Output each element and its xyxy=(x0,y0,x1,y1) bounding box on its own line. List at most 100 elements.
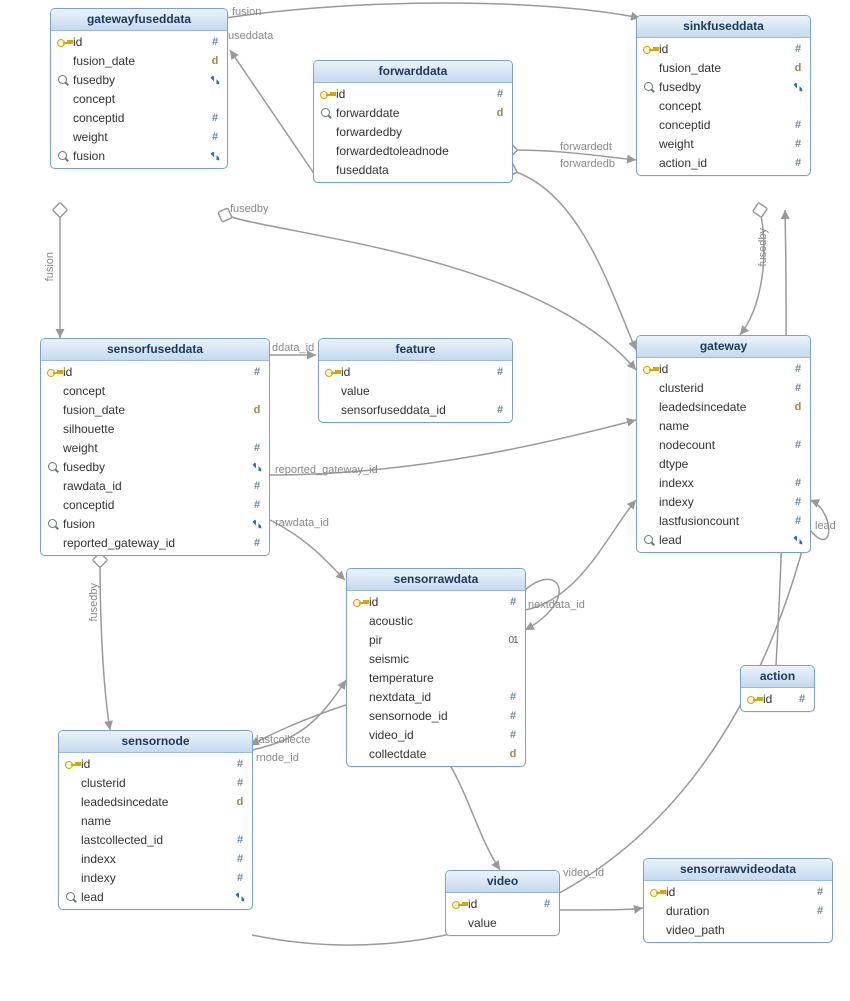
entity-action[interactable]: action id# xyxy=(740,665,815,712)
entity-title[interactable]: sensornode xyxy=(59,731,252,753)
column-row[interactable]: action_id# xyxy=(637,154,810,173)
entity-sensorrawvideodata[interactable]: sensorrawvideodata id#duration#video_path xyxy=(643,858,833,943)
column-row[interactable]: concept xyxy=(41,382,269,401)
column-row[interactable]: id# xyxy=(319,363,512,382)
column-row[interactable]: silhouette xyxy=(41,420,269,439)
column-row[interactable]: weight# xyxy=(41,439,269,458)
column-row[interactable]: indexx# xyxy=(59,850,252,869)
entity-title[interactable]: sensorrawvideodata xyxy=(644,859,832,881)
column-left-icon xyxy=(45,519,61,530)
column-row[interactable]: duration# xyxy=(644,902,832,921)
column-row[interactable]: reported_gateway_id# xyxy=(41,534,269,553)
column-row[interactable]: indexx# xyxy=(637,474,810,493)
entity-forwarddata[interactable]: forwarddata id#forwarddatedforwardedbyfor… xyxy=(313,60,513,183)
column-row[interactable]: lastcollected_id# xyxy=(59,831,252,850)
column-row[interactable]: id# xyxy=(637,40,810,59)
column-row[interactable]: id# xyxy=(314,85,512,104)
column-row[interactable]: leadedsincedated xyxy=(637,398,810,417)
column-row[interactable]: id# xyxy=(59,755,252,774)
column-row[interactable]: clusterid# xyxy=(59,774,252,793)
column-row[interactable]: fusion_dated xyxy=(637,59,810,78)
entity-feature[interactable]: feature id#valuesensorfuseddata_id# xyxy=(318,338,513,423)
column-row[interactable]: indexy# xyxy=(59,869,252,888)
column-row[interactable]: conceptid# xyxy=(637,116,810,135)
entity-title[interactable]: sinkfuseddata xyxy=(637,16,810,38)
key-icon xyxy=(452,899,464,911)
column-left-icon xyxy=(55,37,71,49)
column-row[interactable]: name xyxy=(637,417,810,436)
column-row[interactable]: fuseddata xyxy=(314,161,512,180)
column-row[interactable]: forwardedtoleadnode xyxy=(314,142,512,161)
column-row[interactable]: lastfusioncount# xyxy=(637,512,810,531)
entity-gatewayfuseddata[interactable]: gatewayfuseddataid#fusion_datedfusedbyco… xyxy=(50,8,228,169)
magnifier-icon xyxy=(66,892,77,903)
column-row[interactable]: conceptid# xyxy=(51,109,227,128)
entity-title[interactable]: action xyxy=(741,666,814,688)
column-row[interactable]: seismic xyxy=(347,650,525,669)
column-row[interactable]: rawdata_id# xyxy=(41,477,269,496)
column-row[interactable]: sensorfuseddata_id# xyxy=(319,401,512,420)
column-name: rawdata_id xyxy=(61,478,249,495)
column-row[interactable]: id# xyxy=(41,363,269,382)
column-row[interactable]: id# xyxy=(741,690,814,709)
entity-title[interactable]: sensorrawdata xyxy=(347,569,525,591)
column-row[interactable]: lead xyxy=(59,888,252,907)
column-row[interactable]: indexy# xyxy=(637,493,810,512)
entity-title[interactable]: gateway xyxy=(637,336,810,358)
entity-title[interactable]: gatewayfuseddata xyxy=(51,9,227,31)
column-row[interactable]: lead xyxy=(637,531,810,550)
column-row[interactable]: fusion xyxy=(41,515,269,534)
column-row[interactable]: forwarddated xyxy=(314,104,512,123)
column-name: fusion_date xyxy=(657,60,790,77)
column-row[interactable]: collectdated xyxy=(347,745,525,764)
column-type-icon: d xyxy=(790,399,806,416)
column-row[interactable]: temperature xyxy=(347,669,525,688)
entity-video[interactable]: video id#value xyxy=(445,870,560,936)
entity-title[interactable]: feature xyxy=(319,339,512,361)
entity-sensorrawdata[interactable]: sensorrawdata id#acousticpir01seismictemp… xyxy=(346,568,526,767)
column-row[interactable]: id# xyxy=(51,33,227,52)
column-row[interactable]: video_path xyxy=(644,921,832,940)
column-row[interactable]: nodecount# xyxy=(637,436,810,455)
entity-title[interactable]: sensorfuseddata xyxy=(41,339,269,361)
column-row[interactable]: nextdata_id# xyxy=(347,688,525,707)
column-row[interactable]: id# xyxy=(347,593,525,612)
integer-type-icon: # xyxy=(795,494,801,511)
column-row[interactable]: clusterid# xyxy=(637,379,810,398)
column-row[interactable]: value xyxy=(319,382,512,401)
column-row[interactable]: value xyxy=(446,914,559,933)
column-row[interactable]: dtype xyxy=(637,455,810,474)
column-row[interactable]: acoustic xyxy=(347,612,525,631)
column-row[interactable]: id# xyxy=(446,895,559,914)
entity-sinkfuseddata[interactable]: sinkfuseddataid#fusion_datedfusedbyconce… xyxy=(636,15,811,176)
entity-title[interactable]: forwarddata xyxy=(314,61,512,83)
column-left-icon xyxy=(351,597,367,609)
column-row[interactable]: fusedby xyxy=(637,78,810,97)
column-row[interactable]: sensornode_id# xyxy=(347,707,525,726)
column-row[interactable]: fusion_dated xyxy=(51,52,227,71)
entity-title[interactable]: video xyxy=(446,871,559,893)
integer-type-icon: # xyxy=(254,364,260,381)
integer-type-icon: # xyxy=(254,535,260,552)
column-row[interactable]: weight# xyxy=(637,135,810,154)
entity-gateway[interactable]: gateway id#clusterid#leadedsincedatedname… xyxy=(636,335,811,553)
column-row[interactable]: leadedsincedated xyxy=(59,793,252,812)
entity-sensorfuseddata[interactable]: sensorfuseddata id#conceptfusion_datedsil… xyxy=(40,338,270,556)
column-row[interactable]: fusedby xyxy=(41,458,269,477)
column-row[interactable]: pir01 xyxy=(347,631,525,650)
column-row[interactable]: forwardedby xyxy=(314,123,512,142)
column-row[interactable]: id# xyxy=(637,360,810,379)
column-row[interactable]: concept xyxy=(637,97,810,116)
column-row[interactable]: video_id# xyxy=(347,726,525,745)
column-row[interactable]: id# xyxy=(644,883,832,902)
column-row[interactable]: fusion xyxy=(51,147,227,166)
column-row[interactable]: conceptid# xyxy=(41,496,269,515)
entity-sensornode[interactable]: sensornode id#clusterid#leadedsincedatedn… xyxy=(58,730,253,910)
magnifier-icon xyxy=(48,519,59,530)
column-row[interactable]: weight# xyxy=(51,128,227,147)
column-row[interactable]: name xyxy=(59,812,252,831)
column-type-icon: # xyxy=(249,440,265,457)
column-row[interactable]: fusedby xyxy=(51,71,227,90)
column-row[interactable]: fusion_dated xyxy=(41,401,269,420)
column-row[interactable]: concept xyxy=(51,90,227,109)
